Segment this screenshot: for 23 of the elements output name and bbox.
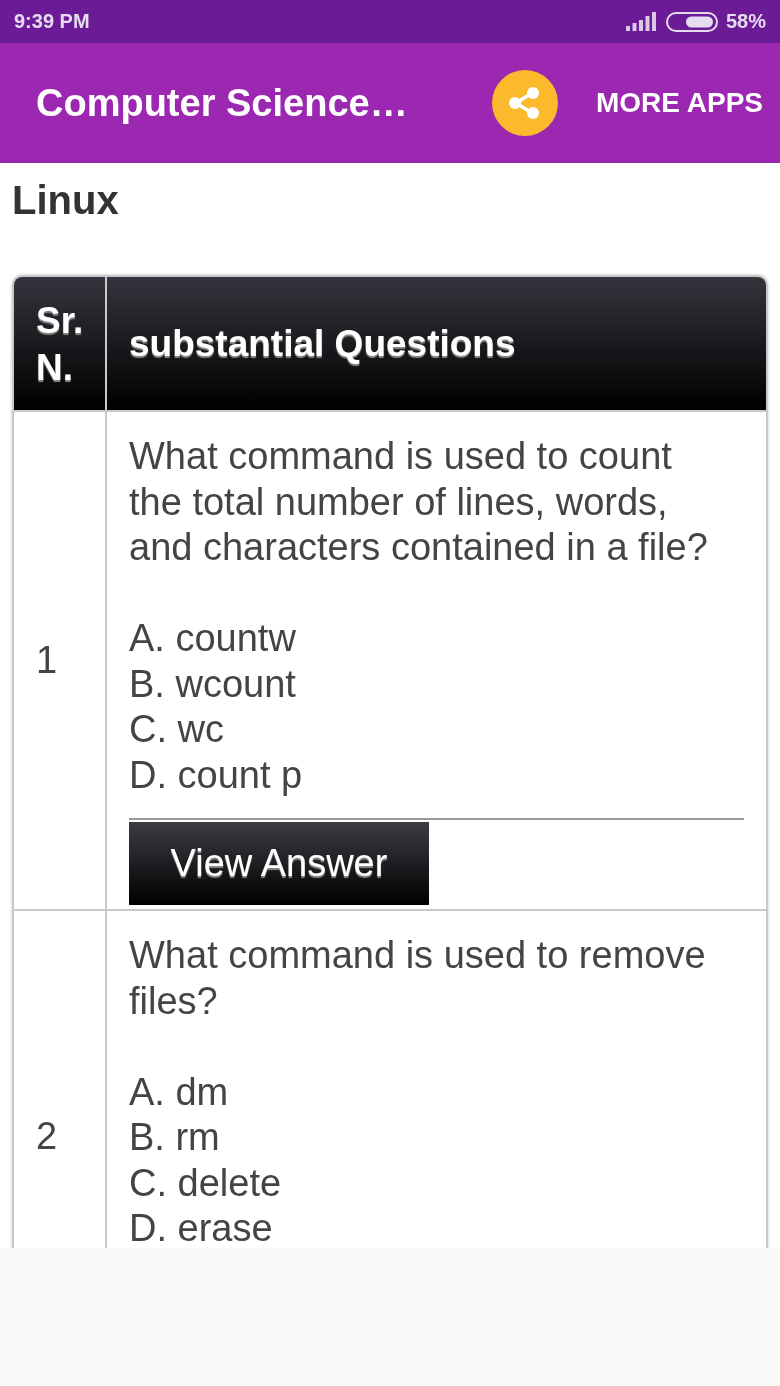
answer-option: B. wcount <box>129 661 296 707</box>
view-answer-button[interactable]: View Answer <box>129 822 429 905</box>
answer-option: D. erase <box>129 1206 273 1248</box>
app-title: Computer Science… <box>36 81 409 125</box>
answer-option: C. wc <box>129 707 224 753</box>
more-apps-button[interactable]: MORE APPS <box>596 87 763 119</box>
share-icon <box>509 87 539 119</box>
answer-option: B. rm <box>129 1115 220 1161</box>
page-title: Linux <box>12 177 120 223</box>
battery-percent: 58% <box>725 10 766 33</box>
signal-icon <box>625 12 656 31</box>
answer-option: A. dm <box>129 1069 229 1115</box>
answer-option: C. delete <box>129 1160 282 1206</box>
row-number: 1 <box>36 639 58 682</box>
battery-icon <box>665 11 718 32</box>
row-number: 2 <box>36 1114 58 1158</box>
question-text: What command is used to count the total number of lines, words, and characters contained in a file? <box>129 434 709 570</box>
column-header: substantial Questions <box>107 277 766 410</box>
question-text: What command is used to remove files? <box>129 933 707 1024</box>
status-time: 9:39 PM <box>14 10 90 33</box>
column-header: Sr. N. <box>14 277 107 410</box>
answer-option: D. count p <box>129 752 303 798</box>
answer-option: A. countw <box>129 616 296 662</box>
